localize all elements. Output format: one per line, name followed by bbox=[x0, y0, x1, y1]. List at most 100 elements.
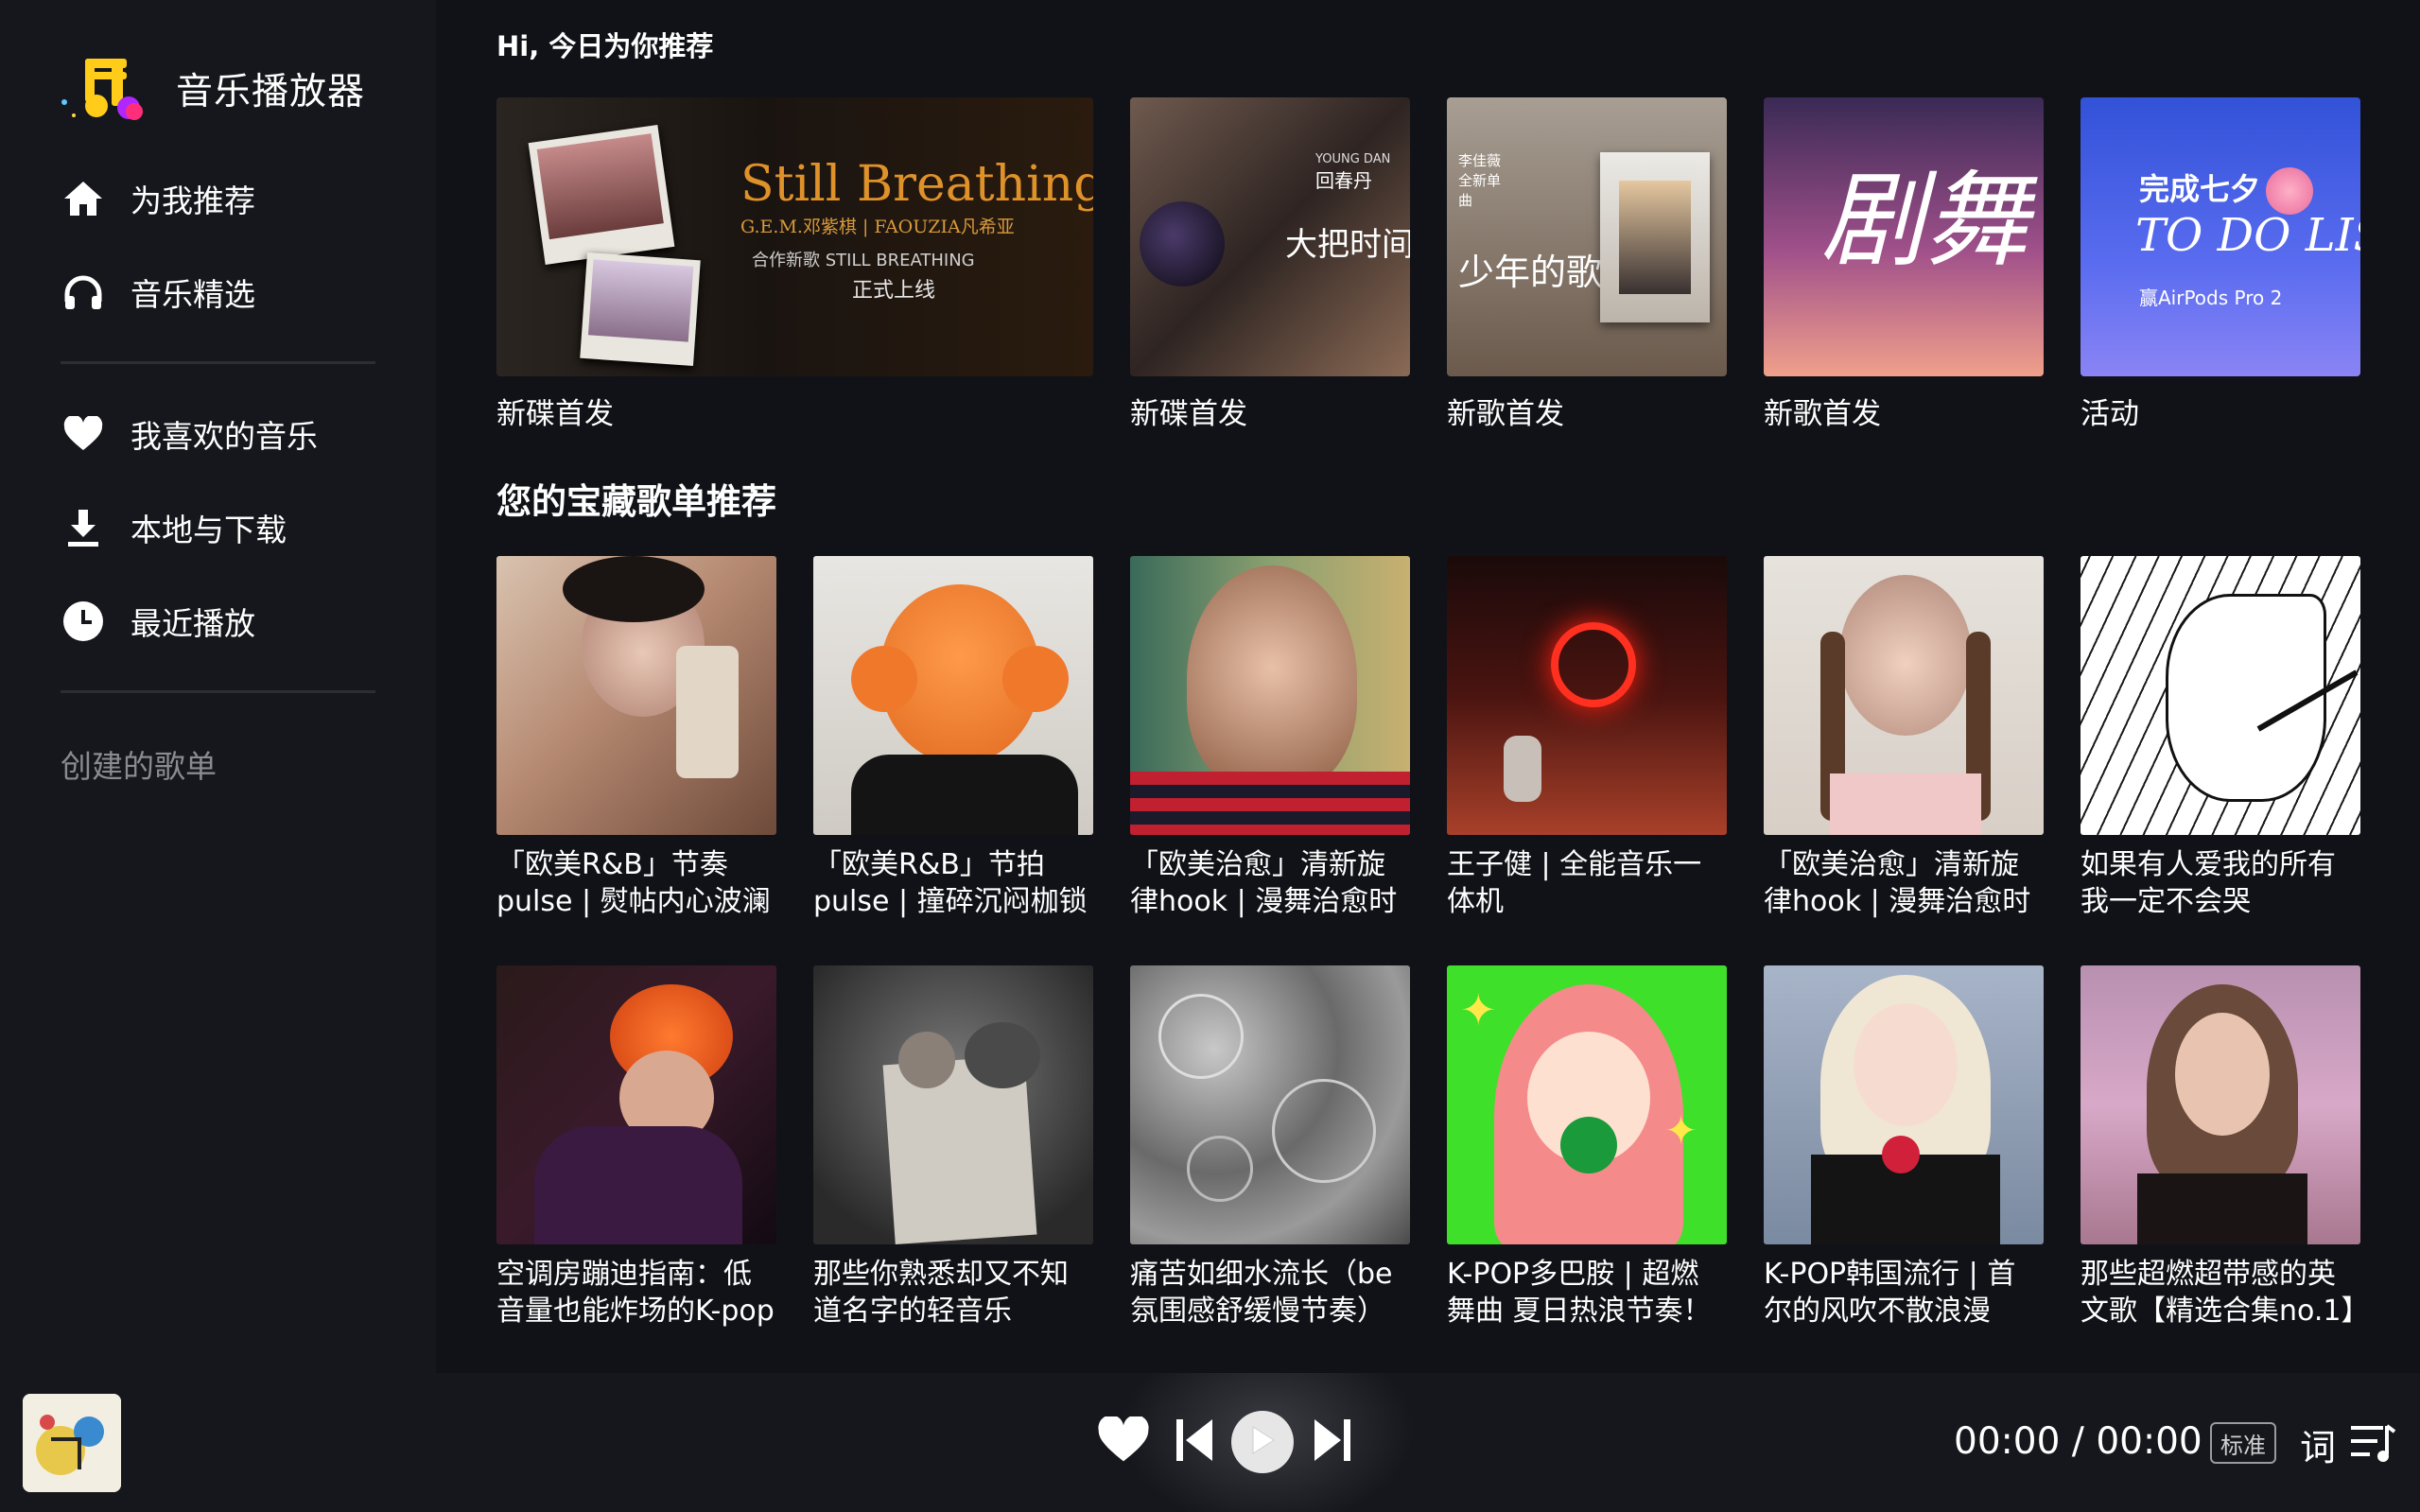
playlist-card[interactable]: 那些你熟悉却又不知道名字的轻音乐 bbox=[813, 965, 1093, 1330]
playlist-title: 王子健 | 全能音乐一体机 bbox=[1447, 848, 1702, 918]
next-icon bbox=[1313, 1417, 1352, 1467]
playlist-cover: ✦ ✦ bbox=[1447, 965, 1727, 1244]
banner-art-subtitle: 回春丹 bbox=[1315, 169, 1372, 192]
banner-card[interactable]: 完成七夕 TO DO LIST 赢AirPods Pro 2 活动 bbox=[2081, 97, 2360, 432]
playlist-cover bbox=[1447, 556, 1727, 835]
playlist-card[interactable]: 痛苦如细水流长（be氛围感舒缓慢节奏） bbox=[1130, 965, 1410, 1330]
banner-art-tag: 合作新歌 STILL BREATHING bbox=[752, 251, 975, 270]
app-logo: 音乐播放器 bbox=[55, 49, 365, 129]
clock-icon bbox=[61, 599, 106, 644]
section-title: 您的宝藏歌单推荐 bbox=[496, 481, 776, 522]
banner-card[interactable]: YOUNG DAN 回春丹 大把时间璀璨 新碟首发 bbox=[1130, 97, 1410, 432]
playlist-cover bbox=[1130, 556, 1410, 835]
greeting-title: Hi, 今日为你推荐 bbox=[496, 30, 714, 62]
playlist-cover bbox=[2081, 965, 2360, 1244]
like-button[interactable] bbox=[1097, 1415, 1150, 1468]
playlist-title: 「欧美R&B」节奏pulse | 熨帖内心波澜 bbox=[496, 848, 771, 918]
sidebar-item-label: 我喜欢的音乐 bbox=[131, 418, 318, 455]
playlist-card[interactable]: ✦ ✦ K-POP多巴胺 | 超燃舞曲 夏日热浪节奏！ bbox=[1447, 965, 1727, 1330]
main-content: Hi, 今日为你推荐 Still Breathing G.E.M.邓紫棋 | F… bbox=[436, 0, 2420, 1373]
sidebar-item-liked[interactable]: 我喜欢的音乐 bbox=[61, 406, 318, 462]
player-bar: 00:00 / 00:00 标准 词 bbox=[0, 1373, 2420, 1512]
playlist-card[interactable]: 空调房蹦迪指南：低音量也能炸场的K-pop bbox=[496, 965, 776, 1330]
heart-icon bbox=[1097, 1415, 1150, 1468]
headphones-icon bbox=[61, 269, 106, 315]
banner-card[interactable]: 李佳薇 全新单曲 少年的歌 新歌首发 bbox=[1447, 97, 1727, 432]
playlist-cover bbox=[1130, 965, 1410, 1244]
playlist-title: 痛苦如细水流长（be氛围感舒缓慢节奏） bbox=[1130, 1258, 1393, 1328]
playlist-title: 「欧美R&B」节拍pulse | 撞碎沉闷枷锁 bbox=[813, 848, 1088, 918]
playlist-card[interactable]: K-POP韩国流行 | 首尔的风吹不散浪漫 bbox=[1764, 965, 2044, 1330]
banner-card[interactable]: 剧舞 新歌首发 bbox=[1764, 97, 2044, 432]
sidebar-divider bbox=[61, 361, 375, 364]
playlist-cover bbox=[813, 965, 1093, 1244]
play-icon bbox=[1249, 1425, 1276, 1459]
sidebar: 音乐播放器 为我推荐 音乐精选 我喜欢的音乐 本地与下载 最近播放 创建的歌单 bbox=[0, 0, 436, 1373]
playlist-card[interactable]: 「欧美治愈」清新旋律hook | 漫舞治愈时光 bbox=[1764, 556, 2044, 920]
playlist-title: 「欧美治愈」清新旋律hook | 漫舞治愈时光 bbox=[1764, 848, 2031, 918]
playlist-title: 空调房蹦迪指南：低音量也能炸场的K-pop bbox=[496, 1258, 775, 1328]
sidebar-divider bbox=[61, 690, 375, 693]
queue-button[interactable] bbox=[2349, 1422, 2396, 1466]
playlist-cover bbox=[813, 556, 1093, 835]
playlist-cover bbox=[2081, 556, 2360, 835]
playlist-card[interactable]: 那些超燃超带感的英文歌【精选合集no.1】 bbox=[2081, 965, 2360, 1330]
banner-art-subtitle: 李佳薇 全新单曲 bbox=[1458, 152, 1502, 209]
banner-image: 剧舞 bbox=[1764, 97, 2044, 376]
next-button[interactable] bbox=[1311, 1418, 1354, 1466]
sidebar-item-label: 本地与下载 bbox=[131, 512, 287, 548]
lyrics-button[interactable]: 词 bbox=[2300, 1418, 2336, 1470]
app-title: 音乐播放器 bbox=[176, 71, 366, 113]
banner-art-title: Still Breathing bbox=[740, 156, 1093, 213]
playlist-card[interactable]: 如果有人爱我的所有我一定不会哭 bbox=[2081, 556, 2360, 920]
home-icon bbox=[61, 176, 106, 221]
banner-image: 完成七夕 TO DO LIST 赢AirPods Pro 2 bbox=[2081, 97, 2360, 376]
previous-button[interactable] bbox=[1173, 1418, 1216, 1466]
heart-icon bbox=[61, 411, 106, 457]
banner-label: 新碟首发 bbox=[1130, 397, 1247, 431]
banner-art-tag: 赢AirPods Pro 2 bbox=[2139, 287, 2283, 309]
banner-art-tag: YOUNG DAN bbox=[1315, 152, 1391, 166]
playlist-cover bbox=[1764, 556, 2044, 835]
banner-image: Still Breathing G.E.M.邓紫棋 | FAOUZIA凡希亚 合… bbox=[496, 97, 1093, 376]
banner-image: YOUNG DAN 回春丹 大把时间璀璨 bbox=[1130, 97, 1410, 376]
previous-icon bbox=[1175, 1417, 1214, 1467]
banner-label: 活动 bbox=[2081, 397, 2139, 431]
banner-art-subtitle: 完成七夕 bbox=[2139, 171, 2261, 207]
sidebar-item-recent[interactable]: 最近播放 bbox=[61, 593, 255, 650]
playlist-title: 「欧美治愈」清新旋律hook | 漫舞治愈时光 bbox=[1130, 848, 1398, 918]
playlist-title: 那些超燃超带感的英文歌【精选合集no.1】 bbox=[2081, 1258, 2360, 1328]
banner-art-tag2: 正式上线 bbox=[852, 279, 936, 303]
sidebar-item-featured[interactable]: 音乐精选 bbox=[61, 264, 255, 321]
playlist-title: 那些你熟悉却又不知道名字的轻音乐 bbox=[813, 1258, 1069, 1328]
playlist-cover bbox=[1764, 965, 2044, 1244]
playback-time: 00:00 / 00:00 bbox=[1954, 1420, 2202, 1463]
banner-art-title: 少年的歌 bbox=[1458, 252, 1603, 293]
music-note-logo-icon bbox=[55, 49, 165, 129]
play-button[interactable] bbox=[1231, 1411, 1294, 1473]
sidebar-item-recommend[interactable]: 为我推荐 bbox=[61, 170, 255, 227]
banner-image: 李佳薇 全新单曲 少年的歌 bbox=[1447, 97, 1727, 376]
sidebar-item-label: 最近播放 bbox=[131, 605, 255, 642]
quality-button[interactable]: 标准 bbox=[2210, 1422, 2276, 1464]
banner-art-title: 大把时间璀璨 bbox=[1285, 226, 1410, 264]
playlist-card[interactable]: 「欧美治愈」清新旋律hook | 漫舞治愈时光 bbox=[1130, 556, 1410, 920]
playlist-card[interactable]: 王子健 | 全能音乐一体机 bbox=[1447, 556, 1727, 920]
banner-label: 新歌首发 bbox=[1764, 397, 1881, 431]
playlist-title: K-POP韩国流行 | 首尔的风吹不散浪漫 bbox=[1764, 1258, 2016, 1328]
banner-card[interactable]: Still Breathing G.E.M.邓紫棋 | FAOUZIA凡希亚 合… bbox=[496, 97, 1093, 432]
playlist-title: K-POP多巴胺 | 超燃舞曲 夏日热浪节奏！ bbox=[1447, 1258, 1712, 1328]
playlist-cover bbox=[496, 965, 776, 1244]
banner-art-title: TO DO LIST bbox=[2135, 209, 2360, 262]
sidebar-item-label: 音乐精选 bbox=[131, 276, 255, 313]
banner-art-subtitle: G.E.M.邓紫棋 | FAOUZIA凡希亚 bbox=[740, 217, 1015, 237]
created-playlists-label: 创建的歌单 bbox=[61, 748, 217, 785]
download-icon bbox=[61, 505, 106, 550]
playlist-cover bbox=[496, 556, 776, 835]
playlist-card[interactable]: 「欧美R&B」节奏pulse | 熨帖内心波澜 bbox=[496, 556, 776, 920]
now-playing-cover[interactable] bbox=[23, 1394, 121, 1492]
banner-art-title: 剧舞 bbox=[1820, 160, 2028, 281]
playlist-card[interactable]: 「欧美R&B」节拍pulse | 撞碎沉闷枷锁 bbox=[813, 556, 1093, 920]
sidebar-item-local-download[interactable]: 本地与下载 bbox=[61, 499, 287, 556]
queue-icon bbox=[2349, 1424, 2396, 1469]
